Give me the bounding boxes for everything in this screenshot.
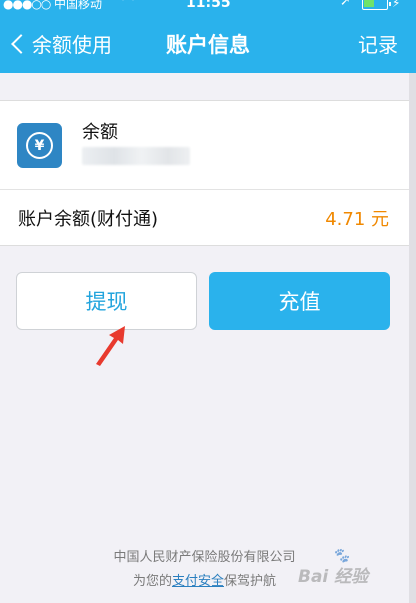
top-bar: ●●●○○ 中国移动 11:55 ➚ ⚡ 账户信息 余额使用 记录 (0, 0, 416, 73)
masked-balance-value (82, 147, 190, 165)
annotation-arrow-icon (96, 326, 125, 366)
balance-title: 余额 (82, 122, 118, 143)
balance-row: ¥ 余额 (0, 101, 409, 189)
carrier-name: 中国移动 (54, 0, 103, 11)
status-time: 11:55 (186, 0, 231, 11)
signal-strength-icon: ●●●○○ (3, 0, 51, 11)
wifi-icon (119, 0, 137, 9)
withdraw-button[interactable]: 提现 (16, 272, 197, 330)
yuan-coin-icon: ¥ (17, 123, 62, 168)
watermark-text: Bai 经验 (298, 567, 369, 587)
right-edge-strip (409, 73, 416, 603)
yuan-symbol: ¥ (26, 132, 53, 159)
location-icon: ➚ (340, 0, 351, 9)
account-balance-label: 账户余额(财付通) (18, 209, 159, 230)
back-button-label: 余额使用 (32, 33, 112, 57)
navigation-bar: 账户信息 余额使用 记录 (0, 14, 416, 73)
records-button[interactable]: 记录 (358, 14, 398, 73)
balance-card: ¥ 余额 账户余额(财付通) 4.71 元 (0, 100, 409, 246)
footer-slogan-prefix: 为您的 (132, 574, 172, 589)
recharge-button[interactable]: 充值 (209, 272, 390, 330)
charging-icon: ⚡ (392, 0, 401, 10)
back-button[interactable]: 余额使用 (6, 14, 112, 73)
status-bar: ●●●○○ 中国移动 11:55 ➚ ⚡ (0, 0, 416, 14)
battery-icon (362, 0, 391, 10)
account-balance-amount: 4.71 元 (325, 209, 389, 230)
chevron-left-icon (11, 33, 31, 54)
payment-security-link[interactable]: 支付安全 (172, 574, 224, 589)
account-balance-row: 账户余额(财付通) 4.71 元 (0, 190, 409, 246)
footer-slogan-suffix: 保驾护航 (224, 574, 277, 589)
baidu-jingyan-watermark: 🐾 Bai 经验 (298, 548, 410, 590)
